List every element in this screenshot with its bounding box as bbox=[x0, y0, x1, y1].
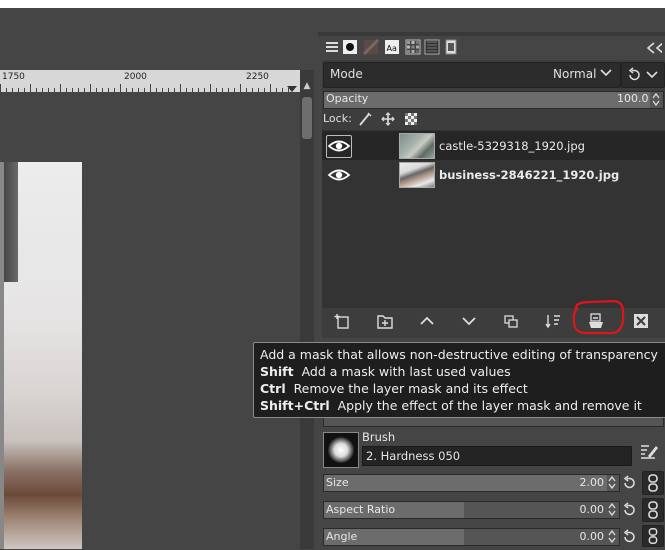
link-toggle[interactable] bbox=[642, 471, 664, 495]
dock-tab-bar: Aa bbox=[322, 38, 665, 58]
brush-label: Brush bbox=[362, 430, 396, 444]
chevron-down-icon bbox=[600, 69, 612, 77]
svg-text:Aa: Aa bbox=[387, 44, 397, 53]
vertical-scrollbar[interactable] bbox=[300, 70, 314, 549]
chain-icon bbox=[648, 474, 658, 492]
brush-preview[interactable] bbox=[323, 432, 359, 468]
scroll-up-icon[interactable]: ▲ bbox=[300, 80, 314, 92]
duplicate-layer-icon[interactable] bbox=[502, 312, 520, 330]
reset-icon[interactable] bbox=[621, 502, 637, 518]
tooltip-line: Ctrl Remove the layer mask and its effec… bbox=[260, 381, 528, 396]
font-tab-icon[interactable]: Aa bbox=[384, 38, 400, 56]
chain-icon bbox=[648, 501, 658, 519]
mode-label: Mode bbox=[330, 67, 363, 81]
chain-icon bbox=[648, 528, 658, 544]
tool-presets-tab-icon[interactable] bbox=[424, 38, 440, 56]
brush-tab-icon[interactable] bbox=[342, 38, 358, 56]
brush-name-value: 2. Hardness 050 bbox=[366, 449, 461, 463]
new-layer-icon[interactable] bbox=[334, 312, 352, 330]
layer-name[interactable]: business-2846221_1920.jpg bbox=[439, 168, 619, 182]
mode-switch-button[interactable] bbox=[621, 62, 665, 88]
layer-thumbnail[interactable] bbox=[399, 133, 435, 159]
tooltip-line: Shift+Ctrl Apply the effect of the layer… bbox=[260, 398, 642, 413]
ruler-tick bbox=[240, 84, 241, 92]
tooltip-line: Add a mask that allows non-destructive e… bbox=[260, 347, 658, 362]
reset-icon[interactable] bbox=[621, 475, 637, 491]
ruler-tick bbox=[30, 84, 31, 92]
ruler-tick bbox=[180, 84, 181, 92]
ruler-tick bbox=[90, 84, 91, 92]
eye-icon[interactable] bbox=[327, 138, 351, 154]
reset-icon bbox=[628, 67, 640, 81]
lower-layer-icon[interactable] bbox=[460, 312, 478, 330]
opacity-label: Opacity bbox=[326, 92, 369, 105]
ruler-tick bbox=[0, 84, 1, 92]
edit-brush-icon[interactable] bbox=[639, 442, 659, 460]
opacity-slider[interactable] bbox=[323, 91, 664, 109]
ruler-tick bbox=[60, 84, 61, 92]
size-label: Size bbox=[326, 476, 349, 489]
highlight-annotation bbox=[572, 300, 625, 335]
pattern-tab-icon[interactable] bbox=[363, 38, 379, 56]
tooltip-text: Add a mask with last used values bbox=[301, 364, 511, 379]
dock-header bbox=[318, 32, 665, 36]
tooltip-modifier: Shift bbox=[260, 364, 294, 379]
ruler-label: 2000 bbox=[124, 72, 147, 82]
lock-alpha-icon[interactable] bbox=[404, 112, 418, 126]
lock-pixels-icon[interactable] bbox=[358, 112, 372, 126]
ruler-tick bbox=[210, 84, 211, 92]
tooltip-text: Remove the layer mask and its effect bbox=[293, 381, 528, 396]
chevron-down-icon bbox=[646, 71, 658, 79]
spin-arrows-icon[interactable] bbox=[607, 475, 617, 490]
aspect-ratio-value: 0.00 bbox=[579, 503, 605, 516]
link-toggle[interactable] bbox=[642, 525, 664, 547]
scrollbar-thumb[interactable] bbox=[302, 97, 312, 139]
ruler-tick bbox=[150, 84, 151, 92]
eye-icon[interactable] bbox=[327, 167, 351, 183]
document-tab-icon[interactable] bbox=[443, 38, 459, 56]
spin-arrows-icon[interactable] bbox=[651, 92, 661, 107]
mode-value: Normal bbox=[553, 67, 597, 81]
ruler-label: 1750 bbox=[2, 72, 25, 82]
palette-tab-icon[interactable] bbox=[405, 38, 421, 56]
canvas-image bbox=[0, 162, 82, 549]
spin-arrows-icon[interactable] bbox=[607, 502, 617, 517]
lock-label: Lock: bbox=[323, 112, 352, 125]
layer-name[interactable]: castle-5329318_1920.jpg bbox=[439, 139, 585, 153]
tooltip-modifier: Shift+Ctrl bbox=[260, 398, 330, 413]
tooltip-text: Add a mask that allows non-destructive e… bbox=[260, 347, 658, 362]
tab-menu-icon[interactable] bbox=[640, 38, 662, 58]
ruler-tick bbox=[270, 84, 271, 92]
horizontal-ruler: 1750 2000 2250 bbox=[0, 70, 300, 93]
dock-menu-icon[interactable] bbox=[324, 38, 340, 56]
spin-arrows-icon[interactable] bbox=[607, 529, 617, 544]
top-strip bbox=[0, 0, 665, 8]
link-toggle[interactable] bbox=[642, 498, 664, 522]
angle-value: 0.00 bbox=[579, 530, 605, 543]
ruler-tick bbox=[120, 84, 121, 92]
brush-shape-icon bbox=[324, 433, 358, 467]
size-value: 2.00 bbox=[579, 476, 605, 489]
lock-position-icon[interactable] bbox=[381, 112, 395, 126]
image-edge bbox=[0, 162, 4, 549]
delete-layer-icon[interactable] bbox=[632, 312, 650, 330]
angle-label: Angle bbox=[326, 530, 358, 543]
layer-thumbnail[interactable] bbox=[399, 162, 435, 188]
tooltip-modifier: Ctrl bbox=[260, 381, 286, 396]
reset-icon[interactable] bbox=[621, 529, 637, 545]
aspect-ratio-label: Aspect Ratio bbox=[326, 503, 396, 516]
tooltip-text: Apply the effect of the layer mask and r… bbox=[337, 398, 642, 413]
raise-layer-icon[interactable] bbox=[418, 312, 436, 330]
anchor-layer-icon[interactable] bbox=[544, 312, 562, 330]
tooltip-line: Shift Add a mask with last used values bbox=[260, 364, 511, 379]
ruler-label: 2250 bbox=[246, 72, 269, 82]
new-layer-group-icon[interactable] bbox=[376, 312, 394, 330]
opacity-value: 100.0 bbox=[617, 92, 649, 105]
